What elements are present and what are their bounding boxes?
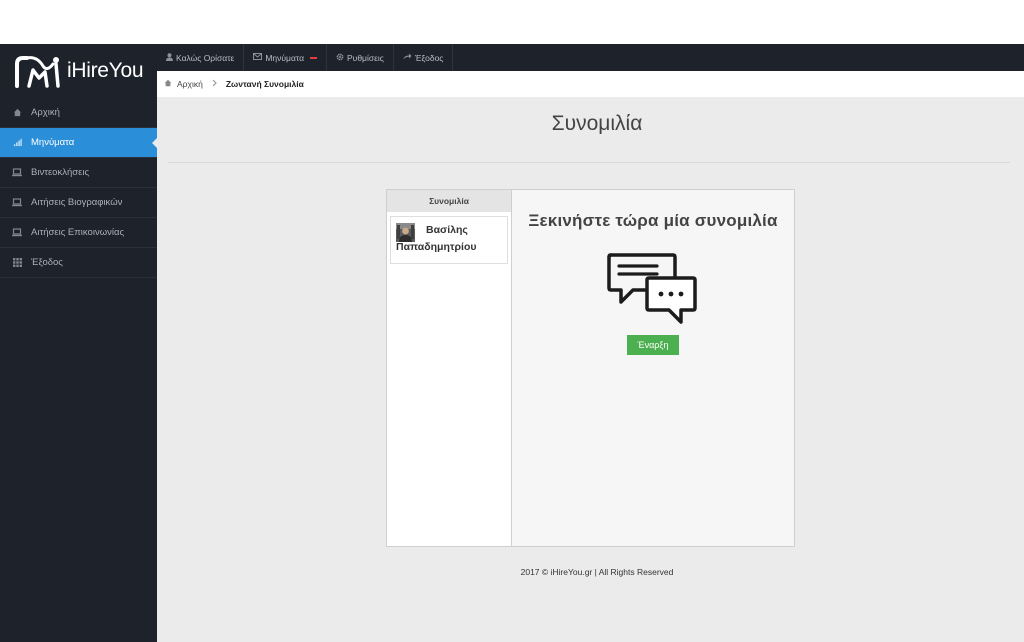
signal-icon: [12, 138, 22, 148]
laptop-icon: [12, 228, 22, 238]
app-frame: iHireYou Αρχική Μηνύματα Βιντεοκλήσεις Α…: [0, 44, 1024, 642]
envelope-icon: [253, 53, 263, 62]
laptop-icon: [12, 198, 22, 208]
sidebar-item-label: Έξοδος: [31, 257, 63, 268]
topbar-settings[interactable]: Ρυθμίσεις: [327, 44, 394, 71]
grid-icon: [12, 258, 22, 268]
chat-list-header: Συνομιλία: [387, 190, 511, 212]
sidebar-item-video-calls[interactable]: Βιντεοκλήσεις: [0, 158, 157, 188]
sidebar-item-label: Αιτήσεις Επικοινωνίας: [31, 227, 125, 238]
sidebar-item-label: Αρχική: [31, 107, 60, 118]
breadcrumb-home-link[interactable]: Αρχική: [177, 79, 203, 89]
share-icon: [403, 53, 412, 62]
topbar-logout[interactable]: Έξοδος: [394, 44, 454, 71]
topbar-label: Καλώς Ορίσατε: [176, 52, 235, 63]
chat-empty-heading: Ξεκινήστε τώρα μία συνομιλία: [528, 211, 778, 230]
chat-panel: Συνομιλία Βασίλης Παπαδημητρίου Ξεκινήστ…: [386, 189, 795, 547]
chat-list: Συνομιλία Βασίλης Παπαδημητρίου: [387, 190, 512, 546]
topbar-messages[interactable]: Μηνύματα: [244, 44, 328, 71]
chat-main: Ξεκινήστε τώρα μία συνομιλία Έναρξη: [512, 190, 794, 546]
user-icon: [166, 52, 173, 63]
topbar-label: Μηνύματα: [265, 52, 305, 63]
start-chat-button[interactable]: Έναρξη: [627, 335, 679, 355]
contact-item[interactable]: Βασίλης Παπαδημητρίου: [390, 216, 508, 264]
topbar-welcome[interactable]: Καλώς Ορίσατε: [157, 44, 245, 71]
breadcrumb-current: Ζωντανή Συνομιλία: [225, 79, 304, 89]
logo-mark-icon: [15, 56, 60, 88]
sidebar-item-logout[interactable]: Έξοδος: [0, 248, 157, 278]
sidebar-item-label: Βιντεοκλήσεις: [31, 167, 90, 178]
chevron-right-icon: [212, 79, 217, 89]
avatar: [396, 223, 415, 242]
home-icon: [12, 108, 22, 118]
footer-copyright: 2017 © iHireYou.gr | All Rights Reserved: [520, 567, 674, 577]
breadcrumb: Αρχική Ζωντανή Συνομιλία: [157, 71, 1024, 97]
sidebar-item-cv-requests[interactable]: Αιτήσεις Βιογραφικών: [0, 188, 157, 218]
divider: [168, 162, 1010, 163]
sidebar-item-contact-requests[interactable]: Αιτήσεις Επικοινωνίας: [0, 218, 157, 248]
chat-bubbles-icon: [607, 253, 697, 324]
logo[interactable]: iHireYou: [0, 44, 157, 98]
home-icon: [164, 79, 172, 89]
topbar-label: Έξοδος: [414, 52, 444, 63]
topbar-label: Ρυθμίσεις: [347, 52, 384, 63]
sidebar-item-messages[interactable]: Μηνύματα: [0, 128, 157, 158]
sidebar: iHireYou Αρχική Μηνύματα Βιντεοκλήσεις Α…: [0, 44, 157, 642]
unread-badge: [310, 56, 318, 59]
sidebar-item-home[interactable]: Αρχική: [0, 98, 157, 128]
sidebar-item-label: Αιτήσεις Βιογραφικών: [31, 197, 123, 208]
brand-name: iHireYou: [67, 59, 144, 82]
sidebar-item-label: Μηνύματα: [31, 137, 75, 148]
top-navbar: Καλώς Ορίσατε Μηνύματα Ρυθμίσεις Έξοδος: [157, 44, 1024, 71]
laptop-icon: [12, 168, 22, 178]
gear-icon: [336, 53, 344, 63]
page-title: Συνομιλία: [551, 112, 643, 135]
